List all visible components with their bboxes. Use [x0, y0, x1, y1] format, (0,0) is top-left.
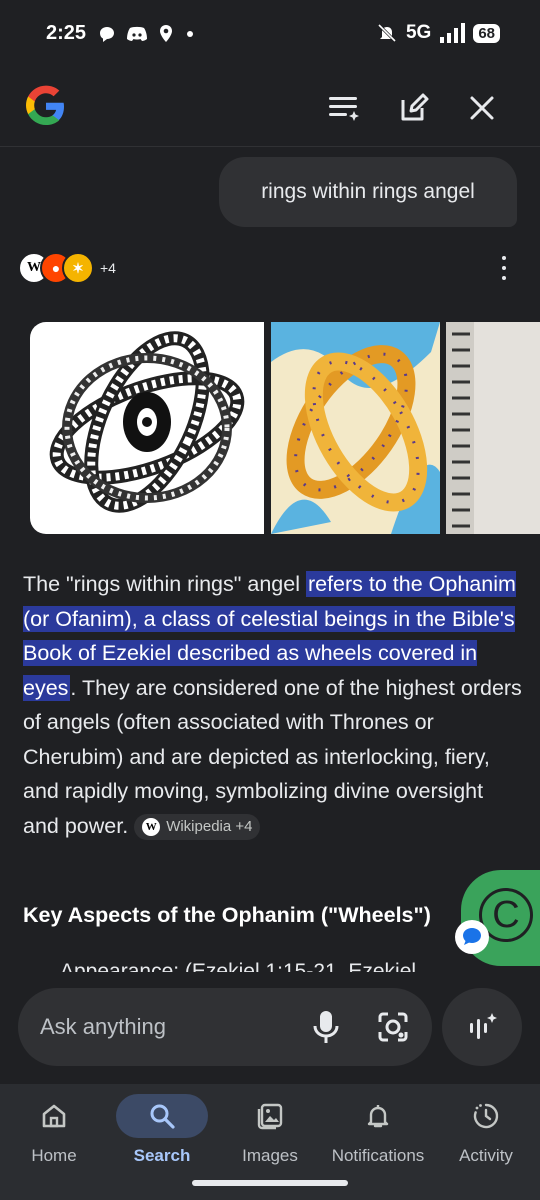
floating-chat-head[interactable]: C [455, 870, 540, 966]
status-time: 2:25 [46, 22, 87, 44]
source-chip-label: Wikipedia +4 [166, 817, 253, 835]
bell-icon [332, 1094, 424, 1138]
image-result-sketch[interactable] [30, 322, 264, 534]
chat-bubble-icon [100, 27, 114, 42]
microphone-icon[interactable] [308, 1008, 344, 1046]
ai-answer-paragraph: The "rings within rings" angel refers to… [23, 567, 523, 843]
nav-home[interactable]: Home [0, 1094, 108, 1174]
google-logo[interactable] [24, 84, 68, 128]
nav-activity-label: Activity [459, 1146, 513, 1165]
answer-rest: . They are considered one of the highest… [23, 675, 522, 838]
images-icon [224, 1094, 316, 1138]
ophanim-sketch-image [49, 331, 245, 513]
answer-prefix: The "rings within rings" angel [23, 572, 306, 596]
sun-site-icon: ✶ [62, 252, 94, 284]
section-heading: Key Aspects of the Ophanim ("Wheels") [23, 903, 431, 927]
nav-search[interactable]: Search [108, 1094, 216, 1174]
notebook-image [446, 322, 540, 534]
message-badge-icon [455, 920, 489, 954]
activity-icon [440, 1094, 532, 1138]
nav-images[interactable]: Images [216, 1094, 324, 1174]
nav-activity[interactable]: Activity [432, 1094, 540, 1174]
ask-input[interactable]: Ask anything [18, 988, 432, 1066]
discord-icon [127, 26, 147, 41]
image-result-notebook[interactable] [446, 322, 540, 534]
nav-home-label: Home [31, 1146, 77, 1165]
location-pin-icon [160, 25, 172, 42]
status-bar: 2:25 5G 68 [0, 0, 540, 68]
search-icon [116, 1094, 208, 1138]
close-icon[interactable] [464, 90, 500, 126]
more-options-icon[interactable] [494, 256, 514, 280]
ask-placeholder: Ask anything [40, 1014, 166, 1039]
image-carousel[interactable] [30, 322, 540, 534]
lens-camera-icon[interactable] [374, 1008, 412, 1046]
top-divider [0, 146, 540, 147]
nav-notifications-label: Notifications [331, 1146, 425, 1165]
sources-more-count: +4 [100, 260, 116, 276]
home-icon [8, 1094, 100, 1138]
signal-icon [440, 23, 466, 43]
nav-search-label: Search [133, 1146, 191, 1165]
notification-icons [98, 24, 196, 44]
battery-indicator: 68 [473, 23, 500, 43]
edit-icon[interactable] [396, 90, 432, 126]
network-label: 5G [405, 22, 432, 43]
status-right: 5G 68 [376, 22, 500, 44]
sparkle-bars-icon [470, 1013, 497, 1039]
nav-notifications[interactable]: Notifications [324, 1094, 432, 1174]
history-list-icon[interactable] [326, 90, 362, 126]
nav-images-label: Images [242, 1146, 298, 1165]
image-result-painting[interactable] [271, 322, 440, 534]
user-query-bubble[interactable]: rings within rings angel [219, 157, 517, 227]
mute-icon [377, 23, 397, 43]
ai-mode-button[interactable] [442, 988, 522, 1066]
ophanim-painting-image [271, 322, 440, 534]
dot-icon [187, 31, 193, 37]
source-chip[interactable]: W Wikipedia +4 [134, 813, 261, 840]
source-icons[interactable]: W ● ✶ +4 [18, 252, 116, 284]
gesture-home-indicator[interactable] [192, 1180, 348, 1186]
wikipedia-chip-icon: W [142, 817, 161, 836]
top-bar [0, 70, 540, 146]
